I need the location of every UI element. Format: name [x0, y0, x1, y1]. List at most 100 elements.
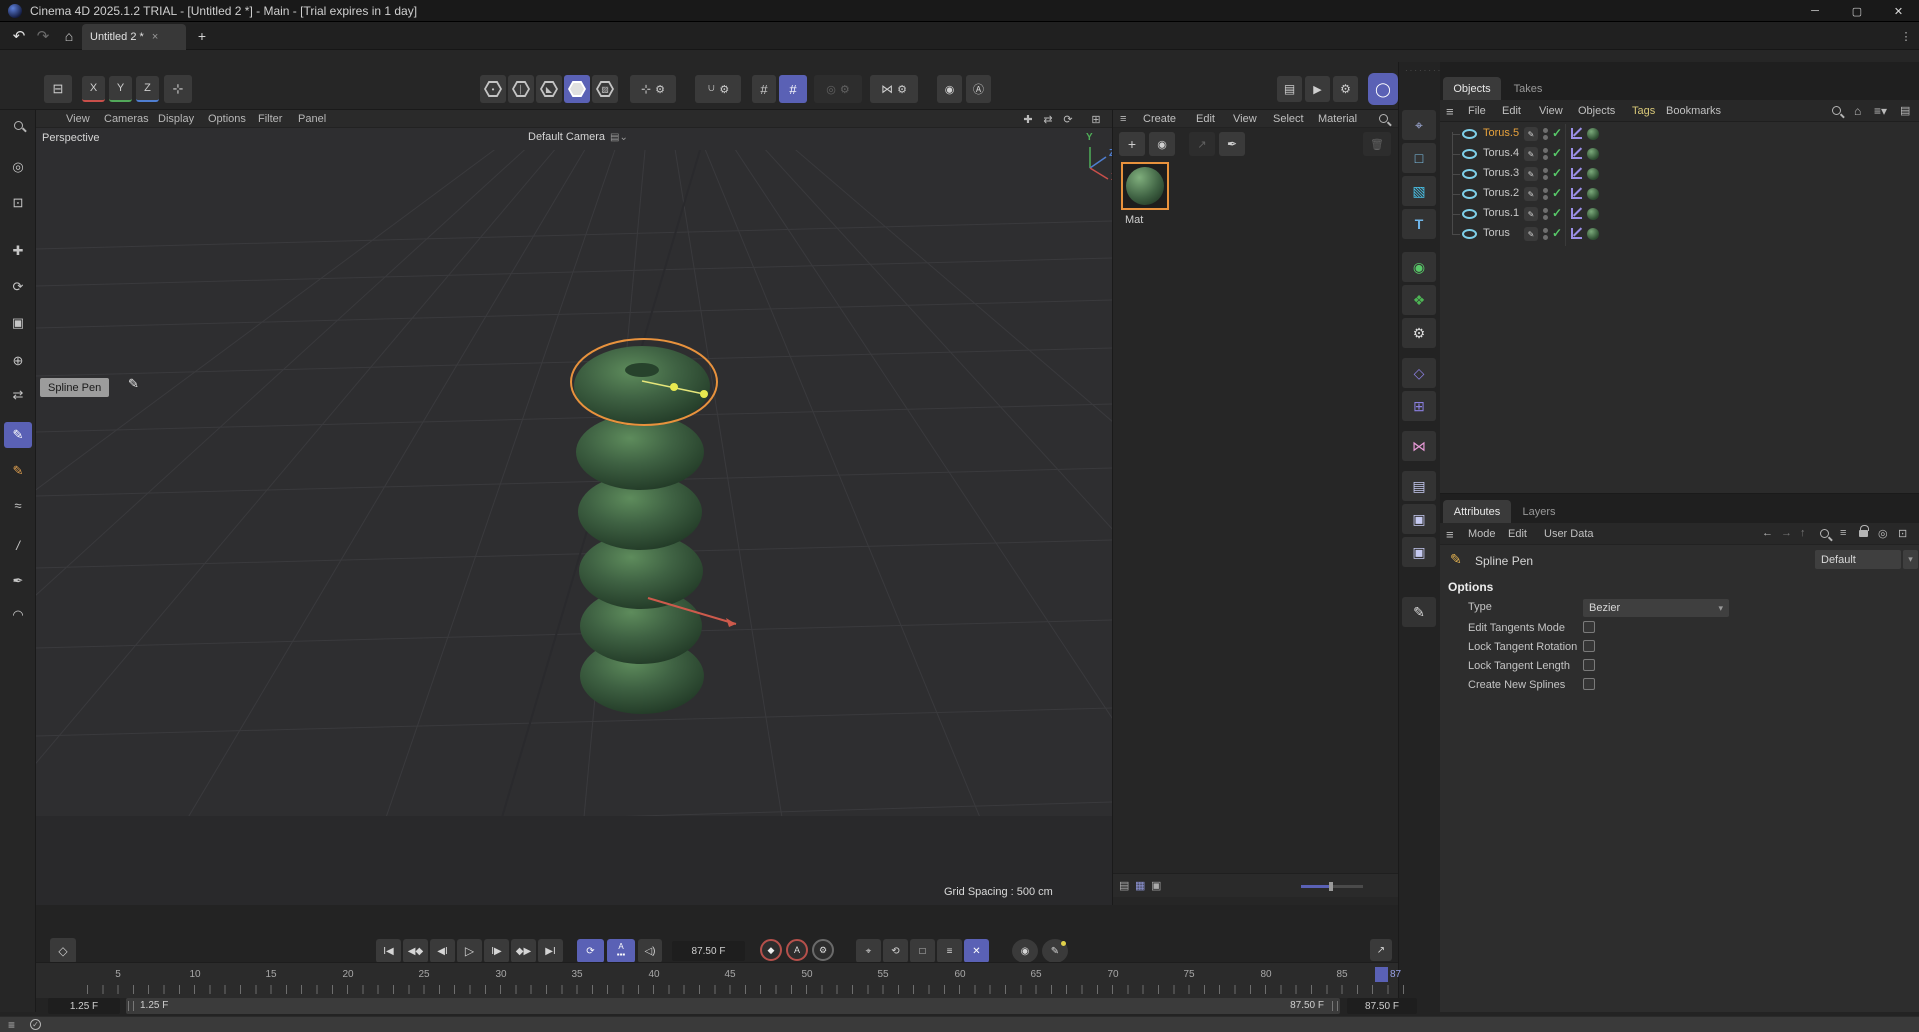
record-rotation-button[interactable]: ⟲	[883, 939, 908, 963]
close-button[interactable]: ✕	[1878, 0, 1919, 22]
x-axis-lock-button[interactable]: X	[82, 76, 105, 102]
attr-back-icon[interactable]: ←	[1762, 527, 1773, 539]
material-list-view-icon[interactable]: ▤	[1119, 879, 1129, 892]
viewport-menu-view[interactable]: View	[66, 113, 90, 125]
type-dropdown[interactable]: Bezier▾	[1583, 599, 1729, 617]
attr-lock-icon[interactable]	[1859, 525, 1868, 540]
visibility-dots-icon[interactable]	[1543, 228, 1548, 233]
spline-arc-tool[interactable]: ◠	[4, 602, 32, 628]
rotate-tool[interactable]: ⟳	[4, 274, 32, 300]
sound-button[interactable]: ◁)	[638, 939, 662, 963]
enable-check-icon[interactable]: ✓	[1552, 166, 1562, 180]
timeline-expand-icon[interactable]: ↗	[1370, 939, 1392, 961]
record-keyframe-button[interactable]: ◆	[760, 939, 782, 961]
viewport-solo-auto-button[interactable]: Ⓐ	[966, 75, 991, 103]
material-icon-view-icon[interactable]: ▣	[1151, 879, 1161, 892]
object-hamburger-icon[interactable]: ≡	[1446, 104, 1454, 119]
visibility-dots-icon[interactable]	[1543, 148, 1548, 153]
phong-tag-icon[interactable]	[1570, 147, 1583, 160]
phong-tag-icon[interactable]	[1570, 227, 1583, 240]
range-slider[interactable]: 1.25 F 87.50 F	[126, 998, 1340, 1014]
lock-rotation-checkbox[interactable]	[1583, 640, 1595, 652]
motext-icon[interactable]: T	[1402, 209, 1436, 239]
slider-handle[interactable]	[1329, 882, 1333, 891]
visibility-dots-icon2[interactable]	[1543, 195, 1548, 200]
edit-pencil-icon[interactable]: ✎	[1524, 227, 1538, 241]
material-trash-button[interactable]: 🗑	[1363, 132, 1391, 156]
object-menu-edit[interactable]: Edit	[1502, 105, 1521, 117]
layout-menu-icon[interactable]: ⋮	[1898, 27, 1914, 45]
material-tag-icon[interactable]	[1587, 208, 1599, 220]
record-position-button[interactable]: ⌖	[856, 939, 881, 963]
model-mode-button[interactable]	[564, 75, 590, 103]
object-name[interactable]: Torus.1	[1483, 207, 1519, 219]
phong-tag-icon[interactable]	[1570, 207, 1583, 220]
attribute-menu-userdata[interactable]: User Data	[1544, 528, 1594, 540]
symmetry-settings-gear-icon[interactable]: ⚙	[897, 83, 907, 96]
object-panel-menu-icon[interactable]: ▤	[1900, 104, 1910, 117]
material-tag-icon[interactable]	[1587, 188, 1599, 200]
torus-stack[interactable]	[574, 346, 710, 714]
visibility-dots-icon[interactable]	[1543, 188, 1548, 193]
range-end-field[interactable]: 87.50 F	[1347, 998, 1417, 1014]
object-menu-file[interactable]: File	[1468, 105, 1486, 117]
current-frame-field[interactable]: 87.50 F	[672, 941, 745, 961]
object-name[interactable]: Torus.3	[1483, 167, 1519, 179]
viewport-zoom-icon[interactable]: ⇄	[1040, 112, 1056, 126]
search-commander-icon[interactable]	[4, 112, 32, 138]
camera-icon[interactable]: ▣	[1402, 504, 1436, 534]
range-grip-left[interactable]	[128, 1001, 134, 1011]
visibility-dots-icon2[interactable]	[1543, 135, 1548, 140]
next-key-button[interactable]: ◆▶	[511, 939, 536, 963]
material-hamburger-icon[interactable]: ≡	[1120, 113, 1126, 125]
snap-button[interactable]: ∩⚙	[695, 75, 741, 103]
spline-smooth-tool[interactable]: ≈	[4, 492, 32, 518]
xpresso-icon[interactable]: ⊞	[1402, 391, 1436, 421]
rectangle-selection-tool[interactable]: ⊡	[4, 190, 32, 216]
attr-new-window-icon[interactable]: ⊡	[1898, 527, 1907, 540]
attribute-menu-edit[interactable]: Edit	[1508, 528, 1527, 540]
edit-tangents-checkbox[interactable]	[1583, 621, 1595, 633]
playhead-marker[interactable]	[1375, 967, 1388, 982]
camera-menu-icon[interactable]: ▤⌄	[610, 132, 628, 143]
add-material-button[interactable]: +	[1119, 132, 1145, 156]
visibility-dots-icon2[interactable]	[1543, 155, 1548, 160]
loop-playback-button[interactable]: ⟳	[577, 939, 604, 963]
interactive-render-region-button[interactable]: ◎⚙	[814, 75, 862, 103]
options-section-title[interactable]: Options	[1448, 580, 1493, 594]
camera-alt-icon[interactable]: ▣	[1402, 537, 1436, 567]
edit-pencil-icon[interactable]: ✎	[1524, 147, 1538, 161]
goto-end-button[interactable]: ▶Ι	[538, 939, 563, 963]
material-name-label[interactable]: Mat	[1125, 214, 1143, 226]
object-row[interactable]: Torus.2 ✎ ✓	[1440, 184, 1919, 204]
object-row[interactable]: Torus.5 ✎ ✓	[1440, 124, 1919, 144]
material-eyedropper-button[interactable]: ✒	[1219, 132, 1245, 156]
object-name[interactable]: Torus.2	[1483, 187, 1519, 199]
object-menu-view[interactable]: View	[1539, 105, 1563, 117]
animation-pen-button[interactable]: ✎	[1042, 939, 1068, 963]
attr-up-icon[interactable]: ↑	[1800, 527, 1806, 539]
magic-solo-button[interactable]: ◯	[1368, 73, 1398, 105]
next-frame-button[interactable]: Ι▶	[484, 939, 509, 963]
status-menu-icon[interactable]: ≡	[8, 1018, 15, 1032]
visibility-dots-icon2[interactable]	[1543, 215, 1548, 220]
render-to-picture-viewer-button[interactable]: ▶	[1305, 76, 1330, 102]
edit-pencil-icon[interactable]: ✎	[1524, 207, 1538, 221]
viewport-menu-cameras[interactable]: Cameras	[104, 113, 149, 125]
record-scale-button[interactable]: □	[910, 939, 935, 963]
move-tool[interactable]: ✚	[4, 238, 32, 264]
material-thumbnail[interactable]	[1121, 162, 1169, 210]
enable-check-icon[interactable]: ✓	[1552, 186, 1562, 200]
tab-objects[interactable]: Objects	[1443, 77, 1501, 100]
render-clapper-icon[interactable]: ▤	[1402, 471, 1436, 501]
visibility-dots-icon2[interactable]	[1543, 175, 1548, 180]
z-axis-lock-button[interactable]: Z	[136, 76, 159, 102]
object-name[interactable]: Torus.5	[1483, 127, 1519, 139]
preset-dropdown-arrow[interactable]: ▾	[1903, 550, 1918, 569]
spline-primitive-icon[interactable]: □	[1402, 143, 1436, 173]
enable-check-icon[interactable]: ✓	[1552, 146, 1562, 160]
redo-button[interactable]: ↷	[32, 27, 54, 45]
object-menu-objects[interactable]: Objects	[1578, 105, 1615, 117]
object-row[interactable]: Torus.4 ✎ ✓	[1440, 144, 1919, 164]
visibility-dots-icon[interactable]	[1543, 208, 1548, 213]
